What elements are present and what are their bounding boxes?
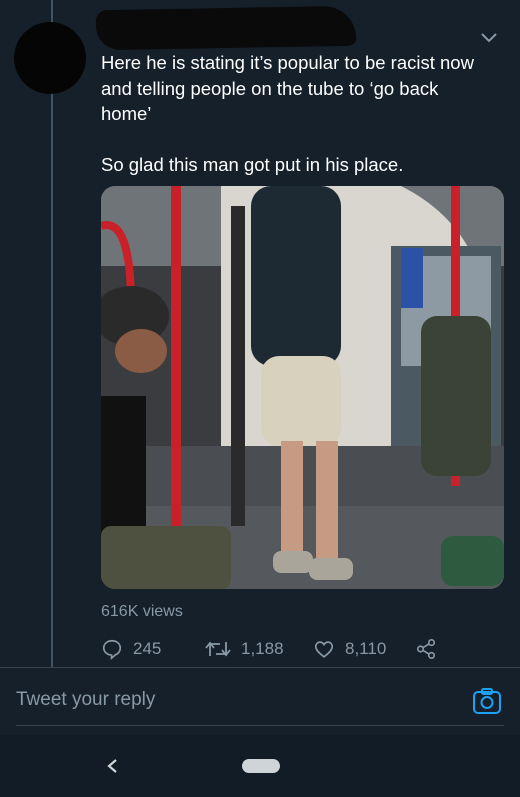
tweet-video[interactable]: [101, 186, 504, 589]
chevron-down-icon[interactable]: [478, 26, 500, 48]
tweet-actions: 245 1,188 8,110: [101, 638, 520, 664]
share-button[interactable]: [415, 638, 447, 660]
reply-count: 245: [133, 639, 162, 658]
like-button[interactable]: 8,110: [313, 638, 386, 660]
views-count: 616K views: [101, 603, 183, 620]
retweet-button[interactable]: 1,188: [205, 638, 284, 660]
reply-icon: [102, 639, 122, 660]
redacted-avatar: [14, 22, 86, 94]
video-frame: [101, 186, 504, 589]
retweet-count: 1,188: [241, 639, 284, 658]
system-nav-bar: [0, 735, 520, 797]
home-pill[interactable]: [242, 759, 280, 773]
camera-icon[interactable]: [472, 686, 502, 716]
retweet-icon: [205, 641, 231, 657]
heart-icon: [314, 641, 334, 658]
share-icon: [416, 639, 436, 659]
redacted-author-header: [14, 5, 357, 94]
reply-underline: [16, 725, 504, 726]
back-icon[interactable]: [104, 757, 122, 775]
like-count: 8,110: [345, 639, 387, 658]
thread-line: [51, 0, 53, 667]
divider: [0, 667, 520, 668]
reply-button[interactable]: 245: [101, 638, 161, 660]
tweet-text: Here he is stating it’s popular to be ra…: [101, 52, 474, 175]
redacted-author-name: [95, 5, 357, 51]
reply-input[interactable]: Tweet your reply: [16, 689, 155, 711]
